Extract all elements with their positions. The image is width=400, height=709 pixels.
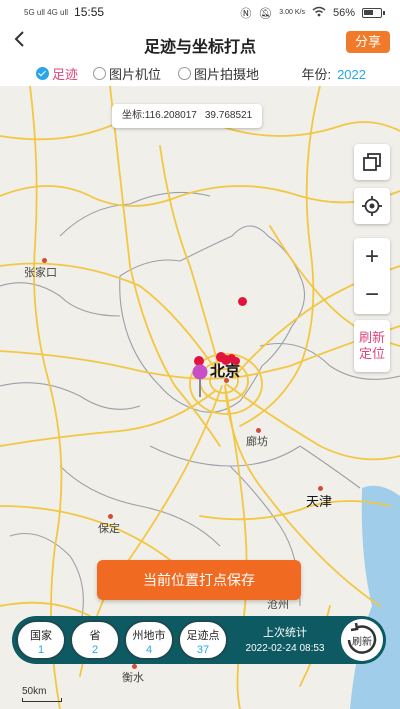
coordinate-lng: 坐标:116.208017 (122, 110, 197, 121)
status-bar: 5G ull 4G ull 15:55 Ⓝ 🔕︎ 3.00 K/s 56% (0, 0, 400, 24)
location-pin-icon (191, 364, 209, 403)
scale-bar (22, 698, 62, 702)
stat-value: 1 (37, 644, 45, 656)
year-value: 2022 (337, 67, 366, 82)
layers-button[interactable] (354, 144, 390, 180)
filter-bar: 足迹 图片机位 图片拍摄地 年份: 2022 (0, 60, 400, 86)
filter-photo-location[interactable]: 图片拍摄地 (178, 64, 259, 83)
page-title: 足迹与坐标打点 (143, 39, 256, 56)
refresh-label-line2: 定位 (358, 346, 385, 361)
zoom-out-button[interactable]: − (354, 276, 390, 314)
radio-icon (178, 67, 191, 80)
stat-label: 省 (89, 630, 101, 642)
year-selector[interactable]: 年份: 2022 (301, 64, 366, 83)
stat-country[interactable]: 国家 1 (16, 620, 66, 660)
zoom-control: + − (354, 238, 390, 314)
status-time: 15:55 (74, 5, 105, 19)
place-tianjin: 天津 (306, 494, 333, 509)
stats-bar: 国家 1 省 2 州地市 4 足迹点 37 上次统计 2022-02-24 08… (12, 616, 386, 664)
stats-refresh-button[interactable]: 刷新 (341, 619, 383, 661)
radio-checked-icon (36, 67, 49, 80)
filter-label: 图片机位 (109, 67, 162, 82)
footprint-marker[interactable] (238, 297, 247, 306)
stat-label: 州地市 (132, 630, 166, 642)
filter-label: 图片拍摄地 (194, 67, 260, 82)
last-stat-label: 上次统计 (263, 627, 307, 639)
place-dot (42, 258, 47, 263)
signal-indicator: 5G ull 4G ull (24, 7, 69, 17)
battery-percent: 56% (332, 7, 355, 19)
radio-icon (93, 67, 106, 80)
place-baoding: 保定 (98, 523, 120, 535)
stat-value: 37 (196, 644, 210, 656)
battery-icon (362, 8, 385, 18)
filter-label: 足迹 (52, 67, 79, 82)
share-button[interactable]: 分享 (345, 31, 390, 53)
map-view[interactable]: 张家口 北京 廊坊 天津 保定 沧州 衡水 坐标:116.208017 39.76… (0, 86, 400, 709)
place-dot (108, 514, 113, 519)
stat-value: 4 (145, 644, 153, 656)
bell-off-icon: 🔕︎ (258, 7, 273, 20)
filter-photo-position[interactable]: 图片机位 (93, 64, 161, 83)
stat-label: 足迹点 (186, 630, 220, 642)
refresh-label-line1: 刷新 (358, 330, 385, 345)
app-header: 足迹与坐标打点 分享 (0, 24, 400, 60)
stat-city[interactable]: 州地市 4 (124, 620, 174, 660)
zoom-in-button[interactable]: + (354, 238, 390, 276)
nfc-icon: Ⓝ (240, 8, 252, 20)
locate-button[interactable] (354, 188, 390, 224)
place-hengshui: 衡水 (122, 672, 144, 684)
year-label: 年份: (301, 67, 332, 82)
stat-footprints[interactable]: 足迹点 37 (178, 620, 228, 660)
save-location-button[interactable]: 当前位置打点保存 (97, 560, 301, 600)
scale-label: 50km (22, 686, 47, 697)
net-speed: 3.00 K/s (279, 9, 305, 16)
stat-province[interactable]: 省 2 (70, 620, 120, 660)
wifi-icon (312, 6, 326, 20)
layers-icon (363, 153, 381, 171)
stats-refresh-label: 刷新 (352, 636, 372, 648)
stat-value: 2 (91, 644, 99, 656)
place-langfang: 廊坊 (246, 436, 268, 448)
refresh-location-button[interactable]: 刷新 定位 (354, 320, 390, 372)
coordinate-lat: 39.768521 (204, 110, 253, 121)
stat-label: 国家 (30, 630, 52, 642)
footprint-marker[interactable] (232, 357, 240, 365)
crosshair-icon (362, 196, 382, 216)
last-stat-time: 2022-02-24 08:53 (245, 643, 325, 654)
coordinate-display: 坐标:116.208017 39.768521 (112, 104, 263, 128)
last-stat-info: 上次统计 2022-02-24 08:53 (230, 624, 340, 654)
map-scale: 50km (22, 686, 62, 702)
filter-footprint[interactable]: 足迹 (36, 64, 78, 83)
place-zhangjiakou: 张家口 (24, 267, 57, 279)
